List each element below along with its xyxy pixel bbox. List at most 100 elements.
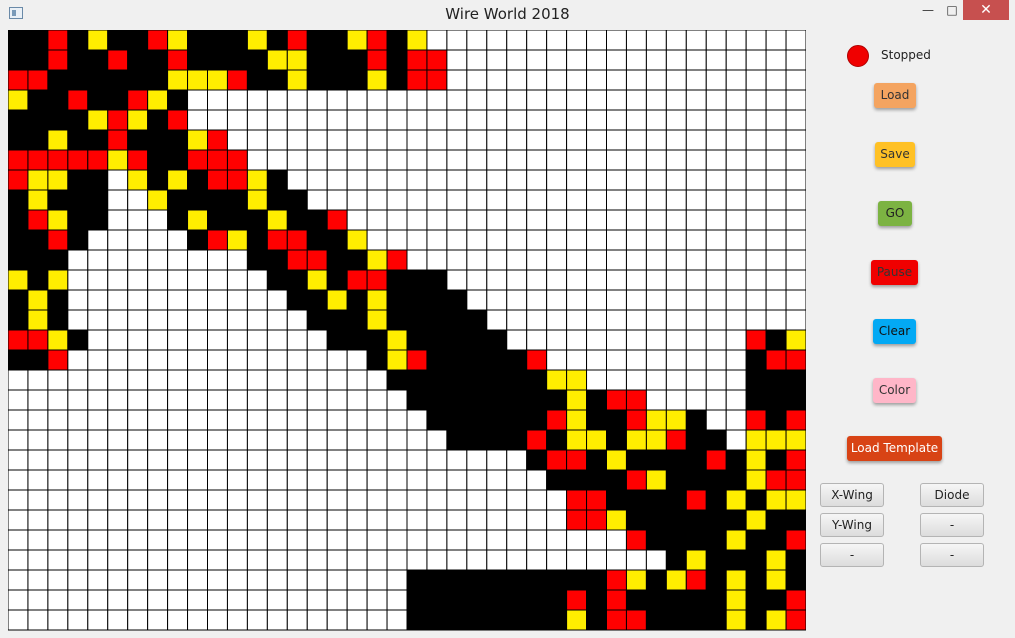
grid-cell[interactable] bbox=[785, 109, 806, 131]
grid-cell[interactable] bbox=[47, 329, 69, 351]
grid-cell[interactable] bbox=[286, 69, 308, 91]
grid-cell[interactable] bbox=[406, 329, 428, 351]
grid-cell[interactable] bbox=[127, 429, 149, 451]
grid-cell[interactable] bbox=[625, 269, 647, 291]
grid-cell[interactable] bbox=[586, 109, 607, 131]
grid-cell[interactable] bbox=[346, 329, 368, 351]
grid-cell[interactable] bbox=[226, 109, 248, 131]
grid-cell[interactable] bbox=[67, 349, 89, 371]
grid-cell[interactable] bbox=[187, 189, 209, 211]
grid-cell[interactable] bbox=[705, 569, 727, 591]
grid-cell[interactable] bbox=[246, 129, 268, 151]
grid-cell[interactable] bbox=[107, 469, 129, 491]
grid-cell[interactable] bbox=[226, 569, 248, 591]
load-button[interactable]: Load bbox=[874, 83, 916, 108]
grid-cell[interactable] bbox=[625, 429, 647, 451]
grid-cell[interactable] bbox=[426, 409, 448, 431]
grid-cell[interactable] bbox=[366, 549, 388, 571]
grid-cell[interactable] bbox=[87, 449, 109, 471]
grid-cell[interactable] bbox=[466, 49, 488, 71]
grid-cell[interactable] bbox=[147, 69, 169, 91]
grid-cell[interactable] bbox=[765, 509, 787, 531]
grid-cell[interactable] bbox=[705, 529, 727, 551]
grid-cell[interactable] bbox=[346, 69, 368, 91]
grid-cell[interactable] bbox=[705, 389, 727, 411]
grid-cell[interactable] bbox=[187, 229, 209, 251]
grid-cell[interactable] bbox=[625, 569, 647, 591]
grid-cell[interactable] bbox=[606, 509, 627, 531]
grid-cell[interactable] bbox=[725, 409, 747, 431]
grid-cell[interactable] bbox=[107, 309, 129, 331]
grid-cell[interactable] bbox=[685, 569, 707, 591]
grid-cell[interactable] bbox=[765, 229, 787, 251]
grid-cell[interactable] bbox=[147, 489, 169, 511]
grid-cell[interactable] bbox=[266, 349, 288, 371]
grid-cell[interactable] bbox=[466, 429, 488, 451]
grid-cell[interactable] bbox=[546, 149, 568, 171]
grid-cell[interactable] bbox=[27, 129, 49, 151]
grid-cell[interactable] bbox=[67, 609, 89, 631]
grid-cell[interactable] bbox=[486, 589, 508, 611]
grid-cell[interactable] bbox=[586, 89, 607, 111]
grid-cell[interactable] bbox=[526, 309, 548, 331]
grid-cell[interactable] bbox=[107, 189, 129, 211]
grid-cell[interactable] bbox=[566, 389, 588, 411]
grid-cell[interactable] bbox=[386, 589, 408, 611]
grid-cell[interactable] bbox=[685, 129, 707, 151]
grid-cell[interactable] bbox=[426, 249, 448, 271]
grid-cell[interactable] bbox=[486, 309, 508, 331]
grid-cell[interactable] bbox=[167, 389, 189, 411]
grid-cell[interactable] bbox=[406, 369, 428, 391]
grid-cell[interactable] bbox=[47, 69, 69, 91]
grid-cell[interactable] bbox=[466, 109, 488, 131]
grid-cell[interactable] bbox=[246, 149, 268, 171]
grid-cell[interactable] bbox=[506, 69, 528, 91]
grid-cell[interactable] bbox=[606, 409, 627, 431]
grid-cell[interactable] bbox=[226, 409, 248, 431]
grid-cell[interactable] bbox=[685, 309, 707, 331]
grid-cell[interactable] bbox=[745, 30, 767, 51]
grid-cell[interactable] bbox=[645, 449, 667, 471]
grid-cell[interactable] bbox=[785, 129, 806, 151]
grid-cell[interactable] bbox=[685, 269, 707, 291]
grid-cell[interactable] bbox=[745, 209, 767, 231]
grid-cell[interactable] bbox=[386, 69, 408, 91]
grid-cell[interactable] bbox=[586, 489, 607, 511]
grid-cell[interactable] bbox=[526, 509, 548, 531]
grid-cell[interactable] bbox=[306, 469, 328, 491]
grid-cell[interactable] bbox=[326, 349, 348, 371]
grid-cell[interactable] bbox=[645, 529, 667, 551]
grid-cell[interactable] bbox=[725, 109, 747, 131]
grid-cell[interactable] bbox=[306, 69, 328, 91]
grid-cell[interactable] bbox=[266, 509, 288, 531]
grid-cell[interactable] bbox=[326, 409, 348, 431]
grid-cell[interactable] bbox=[546, 69, 568, 91]
grid-cell[interactable] bbox=[685, 109, 707, 131]
grid-cell[interactable] bbox=[8, 429, 29, 451]
grid-cell[interactable] bbox=[67, 189, 89, 211]
grid-cell[interactable] bbox=[8, 349, 29, 371]
grid-cell[interactable] bbox=[326, 309, 348, 331]
grid-cell[interactable] bbox=[167, 509, 189, 531]
grid-cell[interactable] bbox=[785, 389, 806, 411]
grid-cell[interactable] bbox=[406, 509, 428, 531]
grid-cell[interactable] bbox=[366, 309, 388, 331]
grid-cell[interactable] bbox=[107, 489, 129, 511]
grid-cell[interactable] bbox=[546, 429, 568, 451]
grid-cell[interactable] bbox=[466, 369, 488, 391]
grid-cell[interactable] bbox=[167, 489, 189, 511]
grid-cell[interactable] bbox=[266, 369, 288, 391]
grid-cell[interactable] bbox=[645, 589, 667, 611]
grid-cell[interactable] bbox=[506, 369, 528, 391]
grid-cell[interactable] bbox=[67, 169, 89, 191]
grid-cell[interactable] bbox=[306, 489, 328, 511]
grid-cell[interactable] bbox=[326, 509, 348, 531]
grid-cell[interactable] bbox=[526, 109, 548, 131]
grid-cell[interactable] bbox=[705, 129, 727, 151]
grid-cell[interactable] bbox=[625, 89, 647, 111]
grid-cell[interactable] bbox=[67, 529, 89, 551]
grid-cell[interactable] bbox=[745, 469, 767, 491]
grid-cell[interactable] bbox=[625, 549, 647, 571]
grid-cell[interactable] bbox=[665, 49, 687, 71]
grid-cell[interactable] bbox=[765, 289, 787, 311]
